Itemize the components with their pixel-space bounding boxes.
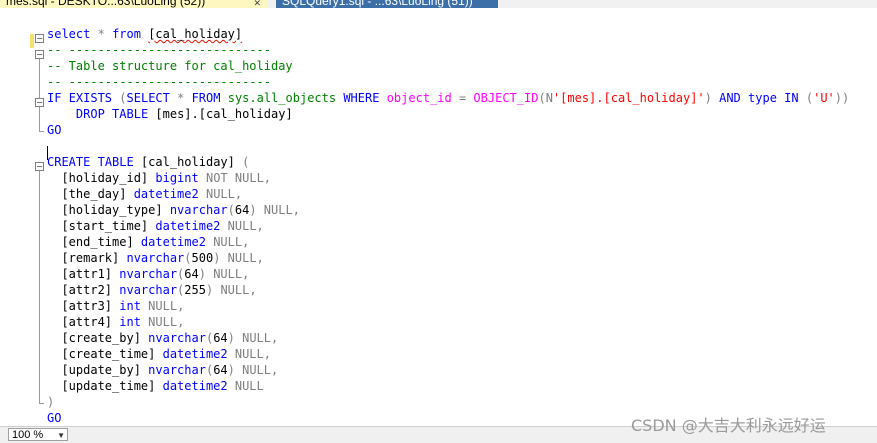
code-line: GO xyxy=(47,123,62,137)
tab-sqlquery1[interactable]: SQLQuery1.sql - ...63\LuoLing (51)) xyxy=(276,0,498,8)
code-line: [holiday_id] bigint NOT NULL, xyxy=(47,171,272,185)
code-line: [holiday_type] nvarchar(64) NULL, xyxy=(47,203,300,217)
code-line: [start_time] datetime2 NULL, xyxy=(47,219,264,233)
code-line: CREATE TABLE [cal_holiday] ( xyxy=(47,155,250,169)
code-line: [create_time] datetime2 NULL, xyxy=(47,347,271,361)
outline-end xyxy=(39,131,44,132)
code-line: DROP TABLE [mes].[cal_holiday] xyxy=(75,107,293,121)
code-line: [update_by] nvarchar(64) NULL, xyxy=(47,363,279,377)
code-line: [end_time] datetime2 NULL, xyxy=(47,235,250,249)
code-line: [attr4] int NULL, xyxy=(47,315,185,329)
watermark: CSDN @大吉大利永远好运 xyxy=(631,416,826,435)
collapse-icon[interactable]: − xyxy=(35,34,44,43)
text-caret xyxy=(47,146,48,160)
close-tab-icon[interactable]: ✕ xyxy=(254,0,261,8)
code-line: [attr3] int NULL, xyxy=(47,299,185,313)
code-line: [remark] nvarchar(500) NULL, xyxy=(47,251,264,265)
code-line: select * from [cal_holiday] xyxy=(47,27,243,41)
code-line: [update_time] datetime2 NULL xyxy=(47,379,264,393)
change-marker xyxy=(30,34,34,48)
outline-end xyxy=(39,403,44,404)
collapse-icon[interactable]: − xyxy=(35,162,44,171)
collapse-icon[interactable]: − xyxy=(35,50,44,59)
code-line: [attr1] nvarchar(64) NULL, xyxy=(47,267,250,281)
code-line: [attr2] nvarchar(255) NULL, xyxy=(47,283,257,297)
code-line: [create_by] nvarchar(64) NULL, xyxy=(47,331,279,345)
collapse-icon[interactable]: − xyxy=(35,98,44,107)
tab-mes-sql[interactable]: mes.sql - DESKTO...63\LuoLing (52)) xyxy=(0,0,268,8)
code-line: -- ---------------------------- xyxy=(47,43,271,57)
code-line: GO xyxy=(47,411,62,425)
outline-guide xyxy=(39,107,40,131)
code-line: IF EXISTS (SELECT * FROM sys.all_objects… xyxy=(47,91,850,105)
zoom-value: 100 % xyxy=(12,429,44,441)
sql-editor[interactable]: − − − − select * from [cal_holiday] -- -… xyxy=(0,8,877,426)
zoom-dropdown[interactable]: 100 % ▼ xyxy=(8,428,68,441)
code-line: -- ---------------------------- xyxy=(47,75,271,89)
chevron-down-icon[interactable]: ▼ xyxy=(57,429,65,442)
outline-guide xyxy=(39,171,40,403)
outline-guide xyxy=(39,59,40,99)
document-tab-bar: mes.sql - DESKTO...63\LuoLing (52)) ✕ SQ… xyxy=(0,0,877,8)
code-line: [the_day] datetime2 NULL, xyxy=(47,187,243,201)
code-line: ) xyxy=(47,395,55,409)
code-line: -- Table structure for cal_holiday xyxy=(47,59,293,73)
